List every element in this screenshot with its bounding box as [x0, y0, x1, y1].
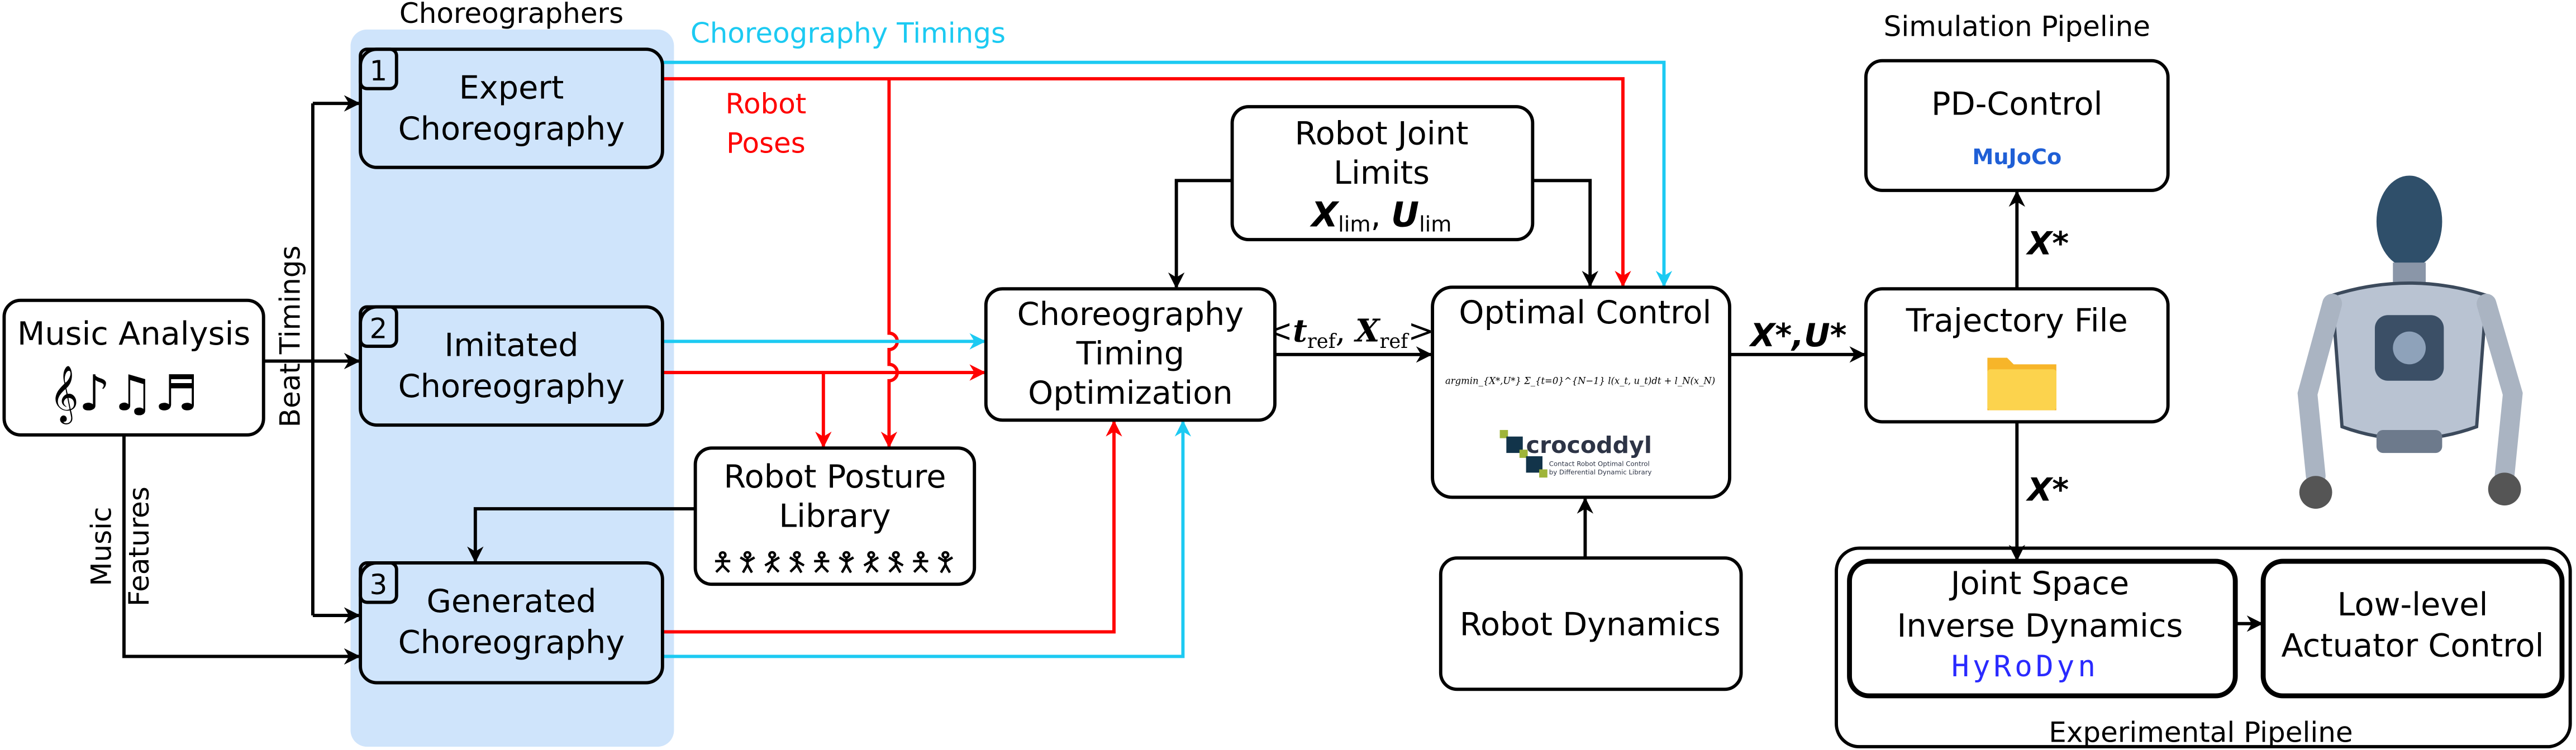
- robot-poses-label-1: Robot: [726, 88, 807, 120]
- dance-poses-icon: 🯅🯆🯇🯈🯅🯆🯇🯈🯅🯆: [711, 547, 959, 578]
- simulation-pipeline-label: Simulation Pipeline: [1884, 11, 2150, 43]
- robot-joint-limits-box: Robot Joint Limits Xlim, Ulim: [1230, 105, 1535, 241]
- trajectory-file-box: Trajectory File: [1864, 287, 2170, 424]
- beat-timings-label: Beat Timings: [274, 246, 306, 428]
- imitated-title-1: Imitated: [444, 327, 578, 364]
- choreographer-number: 3: [370, 569, 388, 601]
- diagram-canvas: Choreographers Choreography Timings Robo…: [2, 0, 2572, 748]
- robot-posture-library-box: Robot Posture Library 🯅🯆🯇🯈🯅🯆🯇🯈🯅🯆: [693, 446, 977, 586]
- choreographer-number: 1: [370, 55, 388, 87]
- music-features-label-1: Music: [85, 507, 117, 586]
- x-star-u-star-label: X*,U*: [1749, 317, 1846, 354]
- generated-title-1: Generated: [426, 582, 596, 620]
- timing-opt-title-2: Timing: [1076, 335, 1185, 372]
- optimal-control-box: Optimal Control argmin_{X*,U*} Σ_{t=0}^{…: [1431, 285, 1731, 499]
- choreography-timings-label: Choreography Timings: [691, 17, 1006, 49]
- mujoco-logo: MuJoCo: [1972, 145, 2061, 170]
- joint-limits-title-2: Limits: [1334, 154, 1430, 192]
- actuator-control-box: Low-level Actuator Control: [2260, 558, 2565, 699]
- humanoid-robot-image: [2297, 175, 2523, 509]
- music-analysis-box: Music Analysis 𝄞♪♫♬: [2, 298, 265, 437]
- music-notes-icon: 𝄞♪♫♬: [50, 365, 198, 425]
- choreography-timing-optimization-box: Choreography Timing Optimization: [984, 287, 1277, 422]
- crocoddyl-subtitle-1: Contact Robot Optimal Control: [1549, 460, 1650, 468]
- timing-opt-title-1: Choreography: [1017, 295, 1244, 333]
- posture-library-title-2: Library: [779, 497, 891, 534]
- inverse-dynamics-title-2: Inverse Dynamics: [1897, 607, 2183, 644]
- expert-title-2: Choreography: [398, 110, 625, 147]
- imitated-choreography-box: 2 Imitated Choreography: [359, 305, 664, 427]
- expert-title-1: Expert: [459, 69, 564, 106]
- hyrodyn-logo: HyRoDyn: [1951, 649, 2099, 684]
- generated-choreography-box: 3 Generated Choreography: [359, 561, 664, 685]
- optimal-control-title: Optimal Control: [1459, 294, 1711, 331]
- generated-title-2: Choreography: [398, 624, 625, 661]
- inverse-dynamics-title-1: Joint Space: [1949, 565, 2129, 602]
- music-features-label-2: Features: [123, 486, 155, 606]
- experimental-pipeline-label: Experimental Pipeline: [2049, 716, 2353, 748]
- expert-choreography-box: 1 Expert Choreography: [359, 47, 664, 169]
- actuator-control-title-1: Low-level: [2337, 586, 2488, 623]
- inverse-dynamics-box: Joint Space Inverse Dynamics HyRoDyn: [1847, 558, 2238, 699]
- pipeline-diagram: Choreographers Choreography Timings Robo…: [0, 0, 2576, 750]
- robot-dynamics-box: Robot Dynamics: [1439, 556, 1743, 691]
- x-star-label-bottom: X*: [2026, 471, 2069, 508]
- pd-control-box: PD-Control MuJoCo: [1864, 59, 2170, 192]
- cost-formula: argmin_{X*,U*} Σ_{t=0}^{N−1} l(x_t, u_t)…: [1445, 376, 1715, 386]
- crocoddyl-logo-text: crocoddyl: [1526, 432, 1652, 458]
- crocoddyl-subtitle-2: by Differential Dynamic Library: [1549, 468, 1652, 476]
- imitated-title-2: Choreography: [398, 367, 625, 405]
- pd-control-title: PD-Control: [1931, 85, 2102, 123]
- robot-poses-label-2: Poses: [726, 127, 806, 159]
- timing-opt-title-3: Optimization: [1028, 374, 1233, 412]
- music-analysis-title: Music Analysis: [17, 315, 250, 352]
- folder-icon: [1987, 357, 2056, 410]
- robot-dynamics-title: Robot Dynamics: [1460, 605, 1721, 643]
- x-star-label-top: X*: [2026, 225, 2069, 262]
- choreographer-number: 2: [370, 312, 388, 345]
- t-ref-x-ref-label: <tref, Xref>: [1266, 313, 1434, 353]
- trajectory-file-title: Trajectory File: [1906, 302, 2128, 340]
- actuator-control-title-2: Actuator Control: [2282, 627, 2544, 664]
- posture-library-title-1: Robot Posture: [723, 458, 946, 495]
- joint-limits-title-1: Robot Joint: [1294, 115, 1468, 152]
- choreographers-label: Choreographers: [399, 0, 623, 30]
